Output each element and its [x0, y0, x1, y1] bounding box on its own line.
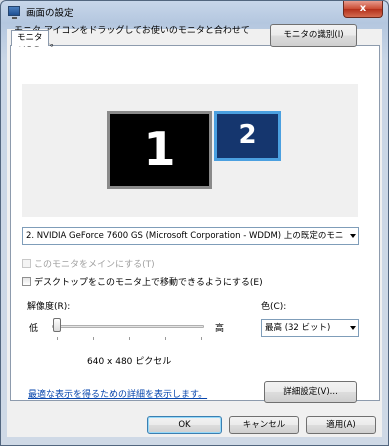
display-select[interactable]: 2. NVIDIA GeForce 7600 GS (Microsoft Cor… [22, 227, 359, 245]
instruction-text: モニタ アイコンをドラッグしてお使いのモニタと合わせてください。 [14, 26, 250, 49]
slider-tick [57, 337, 58, 340]
slider-tick [165, 337, 166, 340]
slider-tick [129, 337, 130, 340]
advanced-settings-button[interactable]: 詳細設定(V)... [264, 381, 357, 403]
resolution-slider-track[interactable] [52, 325, 204, 328]
chevron-down-icon [350, 326, 356, 330]
resolution-label: 解像度(R): [27, 302, 71, 312]
resolution-low-label: 低 [29, 324, 39, 334]
slider-tick [93, 337, 94, 340]
chevron-down-icon [350, 234, 356, 238]
title-bar[interactable]: 画面の設定 x [1, 1, 388, 23]
resolution-value: 640 x 480 ピクセル [87, 357, 172, 367]
close-button[interactable]: x [343, 1, 383, 18]
main-monitor-checkbox [22, 259, 31, 268]
identify-monitors-button[interactable]: モニタの識別(I) [270, 24, 357, 47]
resolution-high-label: 高 [215, 324, 225, 334]
help-link[interactable]: 最適な表示を得るための詳細を表示します。 [28, 387, 207, 400]
resolution-slider-thumb[interactable] [53, 318, 61, 332]
tab-monitor[interactable]: モニタ [11, 30, 49, 46]
slider-tick [201, 337, 202, 340]
monitor-2-icon[interactable]: 2 [214, 111, 281, 161]
color-label: 色(C): [261, 302, 287, 312]
extend-desktop-checkbox-row[interactable]: デスクトップをこのモニタ上で移動できるようにする(E) [22, 277, 263, 290]
extend-desktop-label: デスクトップをこのモニタ上で移動できるようにする(E) [34, 278, 263, 288]
color-depth-select[interactable]: 最高 (32 ビット) [261, 319, 359, 337]
main-monitor-label: このモニタをメインにする(T) [34, 260, 155, 270]
color-depth-value: 最高 (32 ビット) [265, 323, 331, 333]
apply-button[interactable]: 適用(A) [306, 416, 376, 434]
display-select-value: 2. NVIDIA GeForce 7600 GS (Microsoft Cor… [26, 231, 344, 241]
display-settings-window: 画面の設定 x モニタ [0, 0, 389, 446]
monitor-1-icon[interactable]: 1 [107, 111, 212, 189]
ok-button[interactable]: OK [147, 416, 222, 434]
monitor-icon [8, 6, 20, 19]
extend-desktop-checkbox[interactable] [22, 277, 31, 286]
window-title: 画面の設定 [26, 8, 74, 19]
main-monitor-checkbox-row: このモニタをメインにする(T) [22, 259, 155, 272]
cancel-button[interactable]: キャンセル [229, 416, 299, 434]
